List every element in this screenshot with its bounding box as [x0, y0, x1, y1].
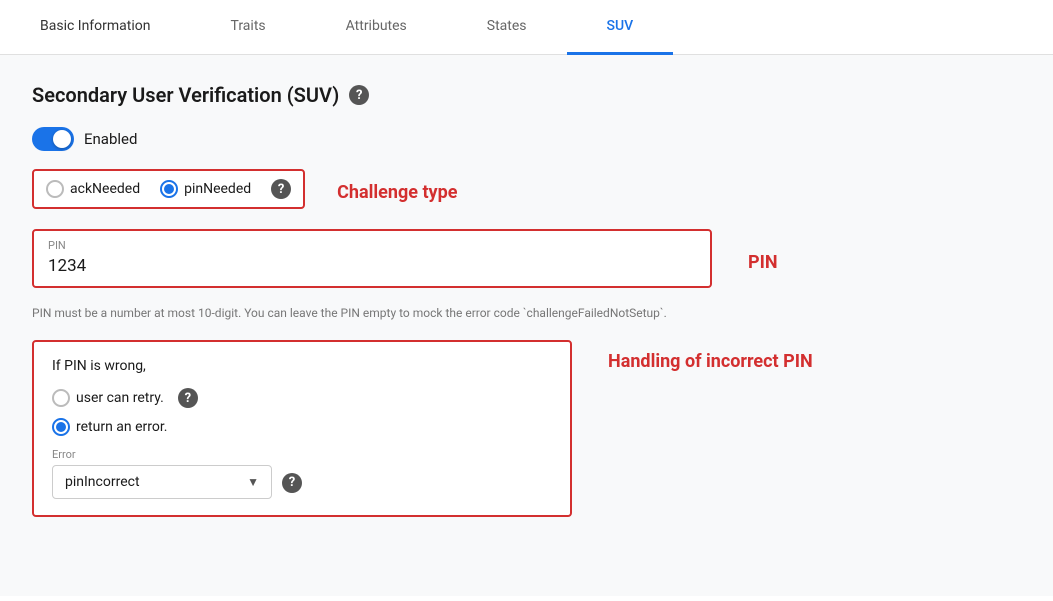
pin-row: PIN 1234 PIN	[32, 229, 1021, 296]
pin-annotation: PIN	[748, 252, 778, 273]
tab-traits[interactable]: Traits	[191, 0, 306, 55]
radio-pinNeeded-inner	[164, 184, 174, 194]
pin-field-label: PIN	[48, 239, 696, 252]
challenge-type-row: ackNeeded pinNeeded ? Challenge type	[32, 169, 1021, 215]
incorrect-pin-annotation: Handling of incorrect PIN	[608, 340, 813, 373]
tab-basic-information[interactable]: Basic Information	[0, 0, 191, 55]
suv-help-icon[interactable]: ?	[349, 85, 369, 105]
radio-error-inner	[56, 422, 66, 432]
incorrect-pin-row: If PIN is wrong, user can retry. ? retur…	[32, 340, 1021, 517]
pin-field-value[interactable]: 1234	[48, 256, 696, 276]
dropdown-arrow-icon: ▼	[247, 475, 259, 489]
retry-help-icon[interactable]: ?	[178, 388, 198, 408]
radio-retry-label: user can retry.	[76, 390, 164, 406]
error-dropdown[interactable]: pinIncorrect ▼	[52, 465, 272, 499]
toggle-label: Enabled	[84, 130, 137, 148]
content-area: Secondary User Verification (SUV) ? Enab…	[0, 55, 1053, 596]
pin-input-box[interactable]: PIN 1234	[32, 229, 712, 288]
radio-ackNeeded-label: ackNeeded	[70, 181, 140, 197]
error-dropdown-container: Error pinIncorrect ▼	[52, 448, 272, 499]
radio-pinNeeded-label: pinNeeded	[184, 181, 251, 197]
incorrect-pin-title: If PIN is wrong,	[52, 358, 552, 374]
error-dropdown-wrapper: Error pinIncorrect ▼ ?	[52, 448, 552, 499]
error-dropdown-label: Error	[52, 448, 272, 461]
tab-suv[interactable]: SUV	[567, 0, 674, 55]
tab-states[interactable]: States	[447, 0, 567, 55]
radio-error-outer	[52, 418, 70, 436]
tab-attributes[interactable]: Attributes	[306, 0, 447, 55]
radio-error-label: return an error.	[76, 419, 167, 435]
challenge-type-help-icon[interactable]: ?	[271, 179, 291, 199]
radio-error[interactable]: return an error.	[52, 418, 552, 436]
radio-ackNeeded[interactable]: ackNeeded	[46, 180, 140, 198]
radio-pinNeeded[interactable]: pinNeeded	[160, 180, 251, 198]
tab-bar: Basic Information Traits Attributes Stat…	[0, 0, 1053, 55]
pin-hint: PIN must be a number at most 10-digit. Y…	[32, 304, 1021, 322]
incorrect-pin-box: If PIN is wrong, user can retry. ? retur…	[32, 340, 572, 517]
challenge-type-group: ackNeeded pinNeeded ?	[32, 169, 305, 209]
error-dropdown-help-icon[interactable]: ?	[282, 473, 302, 493]
section-title: Secondary User Verification (SUV) ?	[32, 83, 1021, 107]
enabled-toggle[interactable]	[32, 127, 74, 151]
radio-pinNeeded-outer	[160, 180, 178, 198]
radio-retry-outer	[52, 389, 70, 407]
toggle-row: Enabled	[32, 127, 1021, 151]
radio-retry[interactable]: user can retry. ?	[52, 388, 552, 408]
error-dropdown-value: pinIncorrect	[65, 474, 140, 490]
challenge-type-annotation: Challenge type	[337, 182, 457, 203]
radio-ackNeeded-outer	[46, 180, 64, 198]
